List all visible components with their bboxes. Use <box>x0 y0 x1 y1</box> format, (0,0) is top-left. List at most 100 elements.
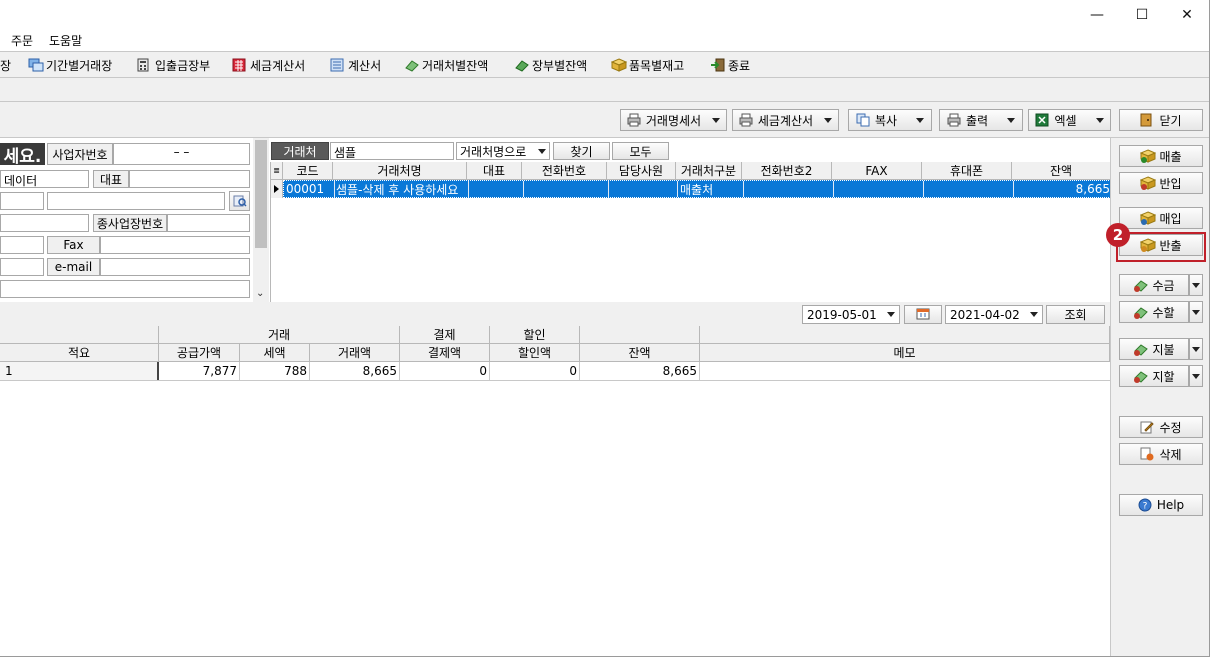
cell-balance: 8,665 <box>580 362 700 380</box>
client-data-field[interactable]: 데이터 <box>0 170 89 188</box>
copy-button[interactable]: 복사 <box>848 109 932 131</box>
sales-button[interactable]: 매출 <box>1119 145 1203 167</box>
phone-field[interactable] <box>0 236 44 254</box>
show-all-label: 모두 <box>629 144 652 159</box>
form-scrollbar[interactable]: ⌄ <box>253 138 269 302</box>
col-staff[interactable]: 담당사원 <box>607 162 676 180</box>
statement-label: 거래명세서 <box>645 113 702 128</box>
money-icon <box>1133 342 1149 356</box>
client-form: 세요. 사업자번호 – – 데이터 대표 종사업장번호 Fax e-mail ⌄ <box>0 138 270 302</box>
toolbar-item-stock[interactable]: 품목별재고 <box>610 56 684 74</box>
col-supply[interactable]: 공급가액 <box>159 344 240 362</box>
email-field[interactable] <box>100 258 250 276</box>
date-from-picker[interactable]: 2019-05-01 <box>802 305 900 324</box>
delete-button[interactable]: 삭제 <box>1119 443 1203 465</box>
chevron-down-icon <box>1030 312 1038 317</box>
date-to-picker[interactable]: 2021-04-02 <box>945 305 1043 324</box>
col-tax[interactable]: 세액 <box>240 344 310 362</box>
pay-discount-dropdown[interactable] <box>1189 365 1203 387</box>
industry-field[interactable] <box>0 214 89 232</box>
query-button[interactable]: 조회 <box>1046 305 1105 324</box>
box-in-icon <box>1140 211 1157 225</box>
minimize-button[interactable]: — <box>1074 0 1120 30</box>
pay-label: 지불 <box>1152 342 1175 357</box>
col-total[interactable]: 거래액 <box>310 344 400 362</box>
close-icon: ✕ <box>1181 7 1193 23</box>
receive-discount-dropdown[interactable] <box>1189 301 1203 323</box>
cell-type: 매출처 <box>680 182 714 197</box>
menu-order[interactable]: 주문 <box>11 32 33 49</box>
dropdown-arrow-icon <box>1095 117 1104 123</box>
menu-help[interactable]: 도움말 <box>49 32 82 49</box>
excel-button[interactable]: 엑셀 <box>1028 109 1111 131</box>
toolbar-label: 장 <box>0 58 12 73</box>
cell-discount: 0 <box>490 362 580 380</box>
table-row[interactable]: 1 7,877 788 8,665 0 0 8,665 <box>0 362 1110 381</box>
client-search-input[interactable]: 샘플 <box>330 142 454 160</box>
scroll-down-icon[interactable]: ⌄ <box>256 288 264 299</box>
purchase-label: 매입 <box>1159 211 1182 226</box>
col-rep[interactable]: 대표 <box>467 162 522 180</box>
toolbar-tax-invoice[interactable]: 세금계산서 <box>232 56 305 74</box>
sub-biz-field[interactable] <box>167 214 250 232</box>
pay-button[interactable]: 지불 <box>1119 338 1189 360</box>
toolbar-invoice[interactable]: 계산서 <box>330 56 381 74</box>
help-button[interactable]: ? Help <box>1119 494 1203 516</box>
tax-invoice-button[interactable]: 세금계산서 <box>732 109 839 131</box>
biz-no-field[interactable]: – – <box>113 143 250 165</box>
show-all-button[interactable]: 모두 <box>612 142 669 160</box>
col-ledger-balance[interactable]: 잔액 <box>580 344 700 362</box>
fax-field[interactable] <box>100 236 250 254</box>
toolbar-exit[interactable]: 종료 <box>710 56 750 74</box>
toolbar-label: 기간별거래장 <box>46 58 113 73</box>
col-name[interactable]: 거래처명 <box>333 162 467 180</box>
col-memo[interactable]: 메모 <box>700 344 1110 362</box>
receive-dropdown[interactable] <box>1189 274 1203 296</box>
note-field[interactable] <box>0 280 250 298</box>
cell-balance: 8,665 <box>1075 182 1110 196</box>
col-balance[interactable]: 잔액 <box>1012 162 1111 180</box>
rep-field[interactable] <box>129 170 250 188</box>
sales-label: 매출 <box>1159 149 1182 164</box>
copy-label: 복사 <box>874 113 898 128</box>
address-search-button[interactable] <box>229 191 250 211</box>
toolbar-client-balance[interactable]: 거래처별잔액 <box>404 56 488 74</box>
statement-button[interactable]: 거래명세서 <box>620 109 727 131</box>
sales-return-label: 반입 <box>1159 176 1182 191</box>
receive-button[interactable]: 수금 <box>1119 274 1189 296</box>
close-window-button[interactable]: ✕ <box>1164 0 1210 30</box>
toolbar-ledger[interactable]: 장 <box>0 56 11 74</box>
menu-bar: 주문 도움말 <box>0 30 1209 51</box>
toolbar-label: 계산서 <box>348 58 382 73</box>
toolbar-cashbook[interactable]: 입출금장부 <box>137 56 210 74</box>
mobile-field[interactable] <box>0 258 44 276</box>
col-type[interactable]: 거래처구분 <box>676 162 742 180</box>
calendar-button[interactable] <box>904 305 942 324</box>
col-phone[interactable]: 전화번호 <box>522 162 607 180</box>
col-paid[interactable]: 결제액 <box>400 344 490 362</box>
maximize-button[interactable]: ☐ <box>1119 0 1165 30</box>
col-discount[interactable]: 할인액 <box>490 344 580 362</box>
col-summary[interactable]: 적요 <box>0 344 159 362</box>
zip-field[interactable] <box>0 192 44 210</box>
pay-discount-button[interactable]: 지할 <box>1119 365 1189 387</box>
purchase-button[interactable]: 매입 <box>1119 207 1203 229</box>
address-field[interactable] <box>47 192 225 210</box>
col-mobile[interactable]: 휴대폰 <box>922 162 1012 180</box>
find-button[interactable]: 찾기 <box>553 142 610 160</box>
toolbar-period-ledger[interactable]: 기간별거래장 <box>28 56 112 74</box>
col-fax[interactable]: FAX <box>832 162 922 180</box>
col-code[interactable]: 코드 <box>283 162 333 180</box>
table-row[interactable]: 00001 샘플-삭제 후 사용하세요 매출처 8,665 <box>283 180 1111 198</box>
close-button[interactable]: 닫기 <box>1119 109 1203 131</box>
pay-dropdown[interactable] <box>1189 338 1203 360</box>
toolbar-book-balance[interactable]: 장부별잔액 <box>514 56 587 74</box>
client-grid: ≣ 코드 거래처명 대표 전화번호 담당사원 거래처구분 전화번호2 FAX 휴… <box>270 162 1111 302</box>
print-button[interactable]: 출력 <box>939 109 1023 131</box>
search-mode-select[interactable]: 거래처명으로 <box>456 142 550 160</box>
col-phone2[interactable]: 전화번호2 <box>742 162 832 180</box>
edit-button[interactable]: 수정 <box>1119 416 1203 438</box>
sales-return-button[interactable]: 반입 <box>1119 172 1203 194</box>
receive-discount-button[interactable]: 수할 <box>1119 301 1189 323</box>
scrollbar-thumb[interactable] <box>255 140 267 248</box>
